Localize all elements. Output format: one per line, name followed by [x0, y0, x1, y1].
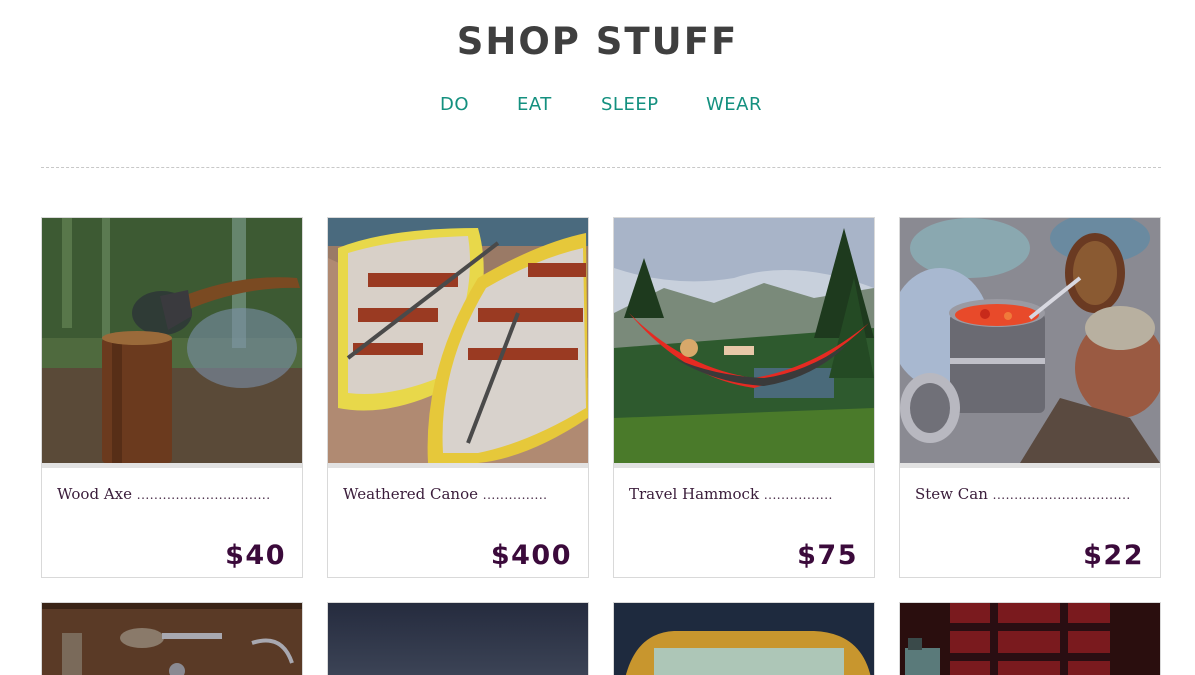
canoes-on-dock-photo[interactable] — [328, 218, 588, 463]
product-card-partial[interactable] — [899, 602, 1161, 675]
product-card[interactable]: Stew Can ...............................… — [899, 217, 1161, 578]
product-card[interactable]: Travel Hammock ................ $75 — [613, 217, 875, 578]
nav-link-wear[interactable]: WEAR — [706, 94, 762, 115]
product-price: $75 — [797, 540, 858, 571]
product-card-partial[interactable] — [41, 602, 303, 675]
category-nav: DO EAT SLEEP WEAR — [0, 94, 1195, 120]
bag-basket-photo[interactable] — [614, 603, 874, 675]
product-card[interactable]: Wood Axe ...............................… — [41, 217, 303, 578]
image-caption-strip — [900, 463, 1160, 468]
product-price: $400 — [490, 540, 572, 571]
product-price: $22 — [1083, 540, 1144, 571]
nav-link-do[interactable]: DO — [440, 94, 469, 115]
product-card-partial[interactable] — [327, 602, 589, 675]
product-price: $40 — [225, 540, 286, 571]
image-caption-strip — [328, 463, 588, 468]
header-divider — [41, 167, 1161, 168]
flask-plaid-photo[interactable] — [900, 603, 1160, 675]
product-name: Weathered Canoe ............... — [343, 485, 548, 503]
product-name: Stew Can ...............................… — [915, 485, 1131, 503]
product-name: Wood Axe ............................... — [57, 485, 271, 503]
stew-pot-pinecone-photo[interactable] — [900, 218, 1160, 463]
night-sky-photo[interactable] — [328, 603, 588, 675]
tools-on-wood-photo[interactable] — [42, 603, 302, 675]
product-card-partial[interactable] — [613, 602, 875, 675]
product-name: Travel Hammock ................ — [629, 485, 833, 503]
hammock-mountains-photo[interactable] — [614, 218, 874, 463]
nav-link-sleep[interactable]: SLEEP — [601, 94, 659, 115]
axe-in-stump-photo[interactable] — [42, 218, 302, 463]
image-caption-strip — [614, 463, 874, 468]
image-caption-strip — [42, 463, 302, 468]
nav-link-eat[interactable]: EAT — [517, 94, 552, 115]
product-card[interactable]: Weathered Canoe ............... $400 — [327, 217, 589, 578]
page-title: SHOP STUFF — [456, 20, 739, 63]
